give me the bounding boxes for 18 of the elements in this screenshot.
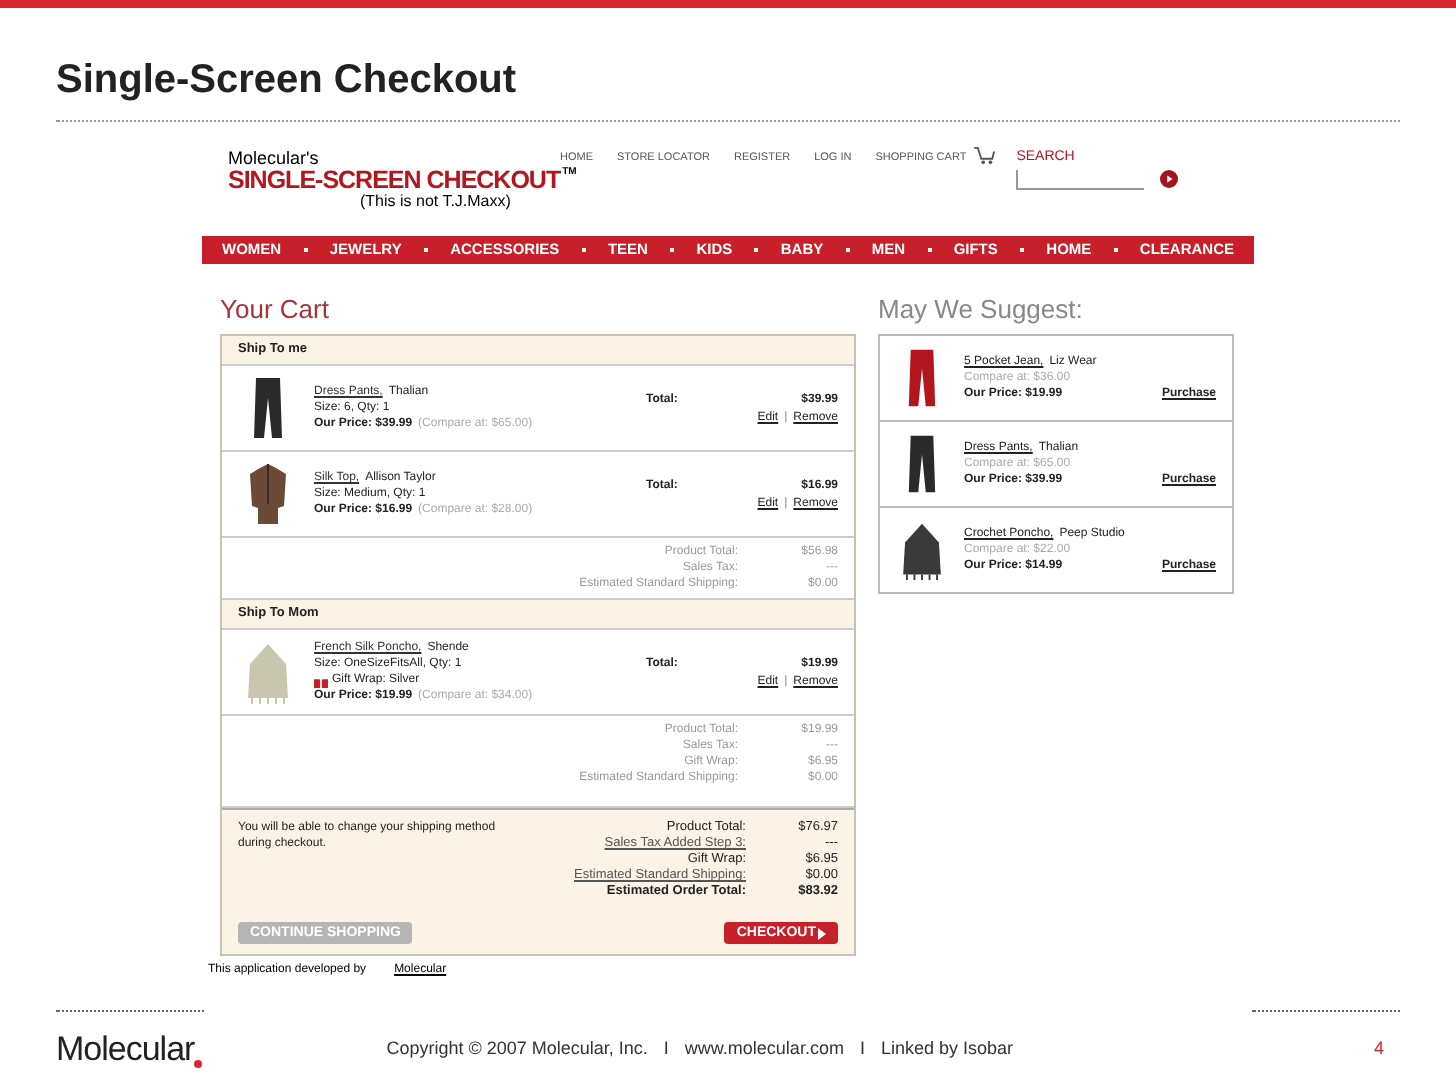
suggest-title: May We Suggest:	[878, 296, 1085, 322]
search-field[interactable]	[1016, 169, 1145, 189]
footer-credit: Linked by Isobar	[880, 1036, 1014, 1062]
logo-text: Molecular's	[228, 150, 321, 168]
slide-title: Single-Screen Checkout	[54, 56, 519, 100]
separator: I	[663, 1036, 669, 1062]
footer-logo: Molecular	[56, 1028, 195, 1072]
logo-subtitle: (This is not T.J.Maxx)	[360, 193, 513, 209]
gift-icon	[314, 673, 328, 687]
play-icon	[818, 927, 826, 939]
separator: I	[859, 1036, 865, 1062]
cart-icon	[974, 146, 997, 166]
copyright-text: Copyright © 2007 Molecular, Inc.	[386, 1036, 648, 1062]
website-text: www.molecular.com	[684, 1036, 844, 1062]
page-number: 4	[1373, 1036, 1384, 1062]
logo-title: SINGLE-SCREEN CHECKOUT	[228, 168, 561, 193]
cart-title: Your Cart	[220, 296, 331, 322]
search-button[interactable]	[1160, 170, 1179, 188]
